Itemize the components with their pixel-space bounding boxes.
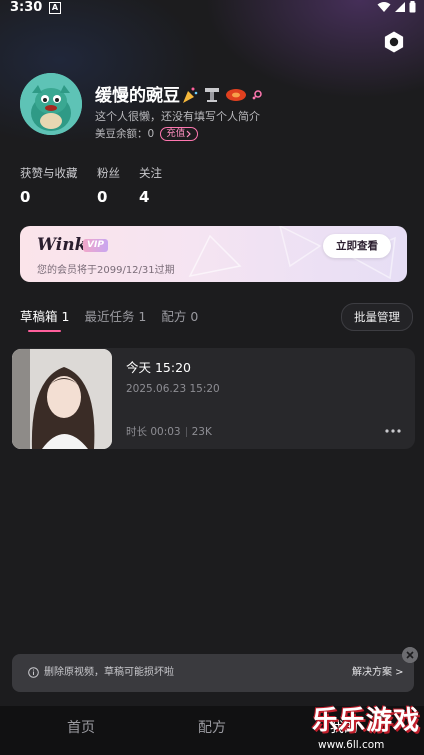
chevron-right-icon	[186, 130, 192, 138]
vip-expire-text: 您的会员将于2099/12/31过期	[37, 265, 175, 276]
toast-solution-link[interactable]: 解决方案 >	[352, 666, 404, 680]
vip-view-button[interactable]: 立即查看	[323, 234, 391, 258]
draft-duration: 时长 00:03	[126, 426, 181, 438]
following-value[interactable]: 4	[139, 187, 149, 207]
wifi-icon	[377, 2, 391, 12]
editing-badge-icon	[205, 88, 219, 102]
more-options-icon[interactable]	[384, 425, 402, 437]
draft-thumbnail[interactable]	[12, 349, 112, 449]
toast-message: 删除原视频，草稿可能损坏啦	[44, 667, 174, 678]
watermark-title: 乐乐游戏	[312, 706, 421, 736]
status-icons	[377, 1, 416, 13]
battery-icon	[409, 1, 416, 13]
tab-formulas[interactable]: 配方 0	[161, 308, 198, 326]
draft-meta: 时长 00:03 23K	[126, 425, 212, 439]
balance-label: 美豆余额：0	[95, 128, 155, 140]
draft-size: 23K	[191, 426, 212, 438]
avatar[interactable]	[20, 73, 82, 135]
content-tabs: 草稿箱 1 最近任务 1 配方 0	[20, 308, 198, 332]
dinosaur-avatar-icon	[20, 73, 82, 135]
bio-text: 这个人很懒，还没有填写个人简介	[95, 110, 260, 123]
settings-gear-icon[interactable]	[382, 30, 406, 54]
status-time: 3:30	[10, 0, 43, 15]
close-icon[interactable]	[402, 647, 418, 663]
disc-badge-icon	[226, 89, 246, 101]
followers-label: 粉丝	[97, 166, 120, 180]
info-icon	[28, 667, 39, 678]
portrait-thumbnail-icon	[12, 349, 112, 449]
vip-brand: Wink	[37, 235, 87, 255]
following-label: 关注	[139, 166, 162, 180]
likes-label: 获赞与收藏	[20, 166, 78, 180]
watermark-url: www.6ll.com	[318, 739, 385, 751]
vip-banner[interactable]: Wink VIP 您的会员将于2099/12/31过期 立即查看	[20, 226, 407, 282]
likes-value[interactable]: 0	[20, 187, 30, 207]
notification-icon: A	[49, 2, 61, 14]
balance-row: 美豆余额：0 充值	[95, 127, 199, 141]
recharge-label: 充值	[166, 128, 186, 139]
draft-title: 今天 15:20	[126, 360, 191, 375]
celebration-badge-icon	[183, 87, 198, 103]
signal-icon	[395, 2, 405, 12]
nav-home[interactable]: 首页	[67, 719, 95, 737]
batch-manage-button[interactable]: 批量管理	[341, 303, 413, 331]
followers-value[interactable]: 0	[97, 187, 107, 207]
gender-female-icon	[252, 90, 262, 100]
tab-drafts[interactable]: 草稿箱 1	[20, 308, 69, 332]
recharge-button[interactable]: 充值	[160, 127, 199, 141]
meta-divider	[185, 427, 187, 437]
status-bar: 3:30 A	[0, 0, 424, 16]
vip-tag: VIP	[83, 239, 108, 252]
username: 缓慢的豌豆	[95, 86, 180, 106]
tab-recent-tasks[interactable]: 最近任务 1	[84, 308, 146, 326]
draft-date: 2025.06.23 15:20	[126, 383, 220, 395]
badges	[181, 86, 263, 104]
nav-formulas[interactable]: 配方	[198, 719, 226, 737]
